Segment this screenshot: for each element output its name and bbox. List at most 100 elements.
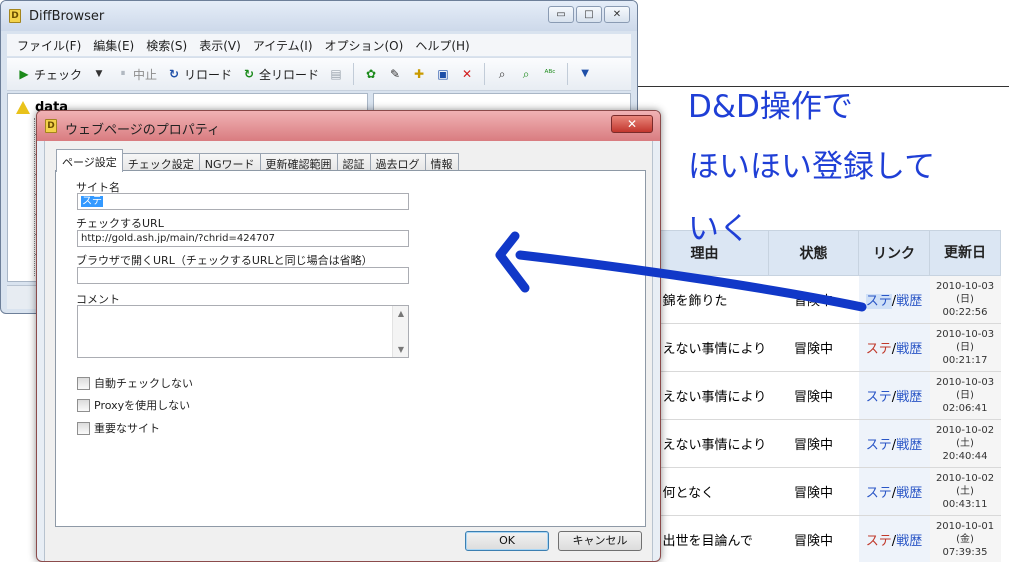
delete-button[interactable]: ✕	[456, 62, 478, 86]
table-row: えない事情により 冒険中 ステ/戦歴 2010-10-03 (日) 02:06:41	[640, 371, 1001, 420]
history-link[interactable]: 戦歴	[896, 534, 922, 549]
menu-item[interactable]: アイテム(I)	[247, 37, 319, 54]
no-auto-check-checkbox[interactable]: 自動チェックしない	[77, 375, 193, 391]
browser-url-input[interactable]	[77, 267, 409, 284]
weekday-value: (土)	[956, 438, 974, 449]
weekday-value: (日)	[956, 294, 974, 305]
important-site-checkbox[interactable]: 重要なサイト	[77, 420, 160, 436]
date-cell: 2010-10-01 (金) 07:39:35	[929, 515, 1001, 562]
zoom-out-button[interactable]: ⌕	[515, 62, 537, 86]
reload-button[interactable]: ↻ リロード	[163, 62, 236, 86]
save-button[interactable]: ▣	[432, 62, 454, 86]
dialog-body: ページ設定 チェック設定 NGワード 更新確認範囲 認証 過去ログ 情報 サイト…	[44, 141, 653, 561]
check-url-input[interactable]: http://gold.ash.jp/main/?chrid=424707	[77, 230, 409, 247]
table-row: えない事情により 冒険中 ステ/戦歴 2010-10-02 (土) 20:40:44	[640, 419, 1001, 468]
zoom-in-icon: ⌕	[498, 67, 506, 81]
comment-textarea[interactable]: ▲ ▼	[77, 305, 409, 358]
reload-all-label: 全リロード	[259, 67, 320, 82]
no-proxy-checkbox[interactable]: Proxyを使用しない	[77, 397, 190, 413]
gear-button[interactable]: ✿	[360, 62, 382, 86]
stop-button[interactable]: ⏸ 中止	[112, 62, 161, 86]
document-button[interactable]: ▤	[325, 62, 347, 86]
maximize-icon: □	[584, 9, 594, 20]
status-link[interactable]: ステ	[866, 486, 892, 501]
scroll-down-icon[interactable]: ▼	[393, 345, 409, 354]
time-value: 00:21:17	[942, 355, 988, 366]
history-link[interactable]: 戦歴	[896, 294, 922, 309]
minimize-button[interactable]: ▭	[548, 6, 574, 23]
more-button[interactable]: ▼	[574, 62, 596, 86]
state-cell: 冒険中	[768, 515, 859, 562]
main-titlebar[interactable]: D DiffBrowser ▭ □ ✕	[1, 1, 637, 31]
header-date: 更新日	[929, 230, 1001, 276]
close-button[interactable]: ✕	[604, 6, 630, 23]
status-link[interactable]: ステ	[866, 438, 892, 453]
weekday-value: (日)	[956, 342, 974, 353]
maximize-button[interactable]: □	[576, 6, 602, 23]
spell-check-button[interactable]: ᴬᴮᶜ	[539, 62, 561, 86]
history-link[interactable]: 戦歴	[896, 438, 922, 453]
menu-edit[interactable]: 編集(E)	[87, 37, 140, 54]
status-link[interactable]: ステ	[866, 534, 892, 549]
checkbox-box[interactable]	[77, 398, 90, 412]
header-link: リンク	[858, 230, 930, 276]
dialog-titlebar[interactable]: D ウェブページのプロパティ ✕	[37, 111, 660, 141]
history-link[interactable]: 戦歴	[896, 486, 922, 501]
link-cell: ステ/戦歴	[858, 275, 930, 324]
warning-icon	[16, 101, 30, 114]
link-cell: ステ/戦歴	[858, 371, 930, 420]
menu-search[interactable]: 検索(S)	[140, 37, 193, 54]
no-proxy-label: Proxyを使用しない	[94, 399, 191, 412]
checkbox-box[interactable]	[77, 421, 90, 435]
dialog-close-button[interactable]: ✕	[611, 115, 653, 133]
date-value: 2010-10-03	[935, 329, 995, 340]
date-value: 2010-10-01	[935, 521, 995, 532]
menu-options[interactable]: オプション(O)	[319, 37, 410, 54]
tab-page-settings[interactable]: ページ設定	[56, 149, 123, 172]
history-link[interactable]: 戦歴	[896, 342, 922, 357]
new-item-button[interactable]: ✚	[408, 62, 430, 86]
checkbox-box[interactable]	[77, 376, 90, 390]
toolbar-separator	[353, 63, 355, 85]
wrench-button[interactable]: ✎	[384, 62, 406, 86]
site-name-value: ステ	[81, 196, 103, 207]
screen: D&D操作で ほいほい登録して 理由 状態 リンク 更新日 錦を飾りた 冒険中 ステ…	[0, 0, 1009, 562]
status-link[interactable]: ステ	[865, 294, 892, 309]
annotation-line-2: ほいほい登録して	[688, 149, 936, 185]
main-window-title: DiffBrowser	[29, 9, 105, 24]
reload-all-button[interactable]: ↻ 全リロード	[238, 62, 323, 86]
reload-label: リロード	[184, 67, 233, 82]
close-icon: ✕	[612, 9, 622, 20]
save-icon: ▣	[437, 67, 449, 81]
cancel-button[interactable]: キャンセル	[558, 531, 642, 551]
menu-file[interactable]: ファイル(F)	[11, 37, 87, 54]
reload-icon: ↻	[169, 67, 180, 81]
date-cell: 2010-10-02 (土) 00:43:11	[929, 467, 1001, 516]
time-value: 00:43:11	[942, 499, 988, 510]
zoom-in-button[interactable]: ⌕	[491, 62, 513, 86]
check-dropdown-button[interactable]: ▼	[88, 62, 110, 86]
link-cell: ステ/戦歴	[858, 515, 930, 562]
site-name-input[interactable]: ステ	[77, 193, 409, 210]
weekday-value: (日)	[956, 390, 974, 401]
header-state: 状態	[768, 230, 859, 276]
new-item-icon: ✚	[414, 67, 425, 81]
check-button[interactable]: ▶ チェック	[13, 62, 86, 86]
link-cell: ステ/戦歴	[858, 467, 930, 516]
menu-help[interactable]: ヘルプ(H)	[409, 37, 475, 54]
ok-button[interactable]: OK	[465, 531, 549, 551]
scroll-up-icon[interactable]: ▲	[393, 309, 409, 318]
date-cell: 2010-10-03 (日) 00:21:17	[929, 323, 1001, 372]
time-value: 20:40:44	[942, 451, 988, 462]
comment-scrollbar[interactable]: ▲ ▼	[392, 306, 408, 357]
page-settings-panel: サイト名 ステ チェックするURL http://gold.ash.jp/mai…	[55, 170, 646, 527]
toolbar: ▶ チェック ▼ ⏸ 中止 ↻ リロード ↻ 全リロード ▤ ✿ ✎ ✚ ▣ ✕…	[7, 57, 631, 91]
date-value: 2010-10-02	[935, 473, 995, 484]
menu-view[interactable]: 表示(V)	[193, 37, 247, 54]
status-link[interactable]: ステ	[866, 390, 892, 405]
annotation-line-3: いく	[688, 211, 750, 247]
time-value: 00:22:56	[942, 307, 988, 318]
status-link[interactable]: ステ	[866, 342, 892, 357]
date-value: 2010-10-02	[935, 425, 995, 436]
history-link[interactable]: 戦歴	[896, 390, 922, 405]
